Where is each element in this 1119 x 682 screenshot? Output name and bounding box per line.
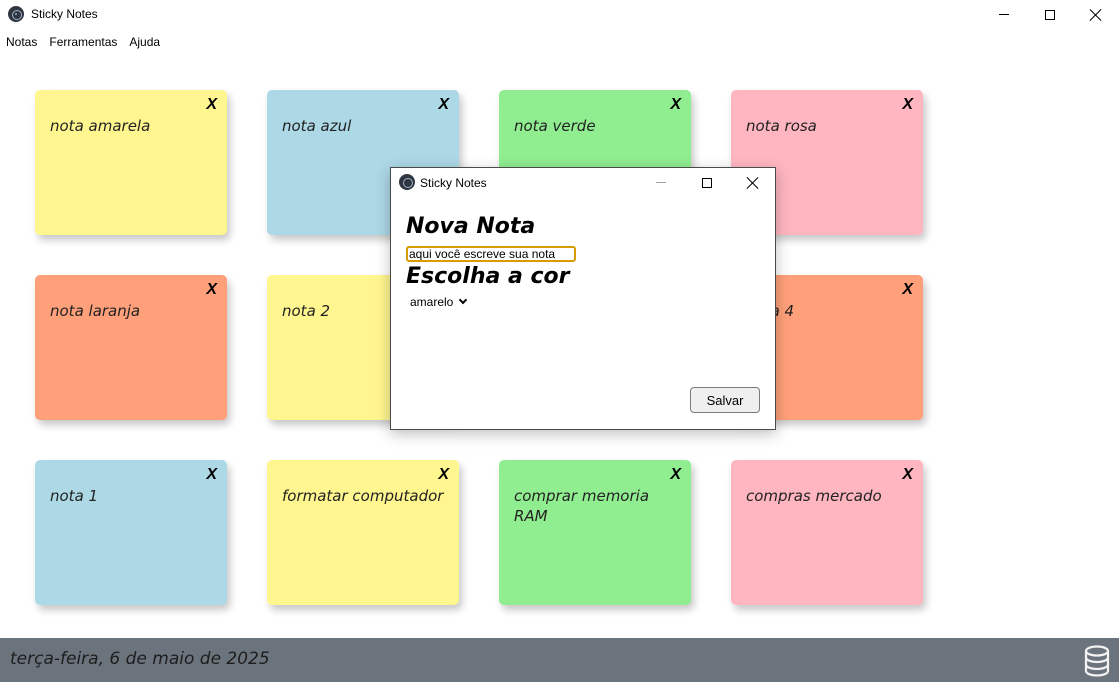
- note-close-button[interactable]: X: [902, 466, 913, 484]
- note-close-button[interactable]: X: [902, 96, 913, 114]
- note-text[interactable]: nota azul: [282, 116, 450, 136]
- database-icon[interactable]: [1084, 645, 1110, 677]
- note-text[interactable]: nota verde: [514, 116, 682, 136]
- close-icon: [1090, 9, 1102, 21]
- current-date: terça-feira, 6 de maio de 2025: [10, 649, 270, 669]
- new-note-dialog: Sticky Notes Nova Nota Escolha a cor ama…: [390, 167, 776, 430]
- dialog-minimize-button[interactable]: [638, 168, 684, 197]
- close-button[interactable]: [1073, 0, 1119, 29]
- new-note-heading: Nova Nota: [406, 214, 536, 239]
- chevron-down-icon: [459, 295, 468, 305]
- dialog-close-button[interactable]: [730, 168, 776, 197]
- app-icon: [399, 174, 415, 190]
- note-close-button[interactable]: X: [670, 466, 681, 484]
- sticky-note[interactable]: X nota amarela: [35, 90, 227, 235]
- note-text-input[interactable]: [406, 246, 576, 262]
- maximize-button[interactable]: [1027, 0, 1073, 29]
- app-icon: [8, 6, 24, 22]
- note-close-button[interactable]: X: [206, 96, 217, 114]
- color-select[interactable]: amarelo: [410, 295, 468, 309]
- choose-color-heading: Escolha a cor: [406, 264, 570, 289]
- sticky-note[interactable]: X comprar memoria RAM: [499, 460, 691, 605]
- note-text[interactable]: nota amarela: [50, 116, 218, 136]
- note-close-button[interactable]: X: [902, 281, 913, 299]
- note-close-button[interactable]: X: [438, 96, 449, 114]
- menu-bar: Notas Ferramentas Ajuda: [0, 31, 166, 53]
- dialog-title: Sticky Notes: [420, 176, 487, 190]
- sticky-note[interactable]: X nota 1: [35, 460, 227, 605]
- title-bar: Sticky Notes: [0, 0, 1119, 29]
- note-text[interactable]: nota laranja: [50, 301, 218, 321]
- menu-ferramentas[interactable]: Ferramentas: [43, 31, 123, 53]
- note-close-button[interactable]: X: [670, 96, 681, 114]
- status-footer: terça-feira, 6 de maio de 2025: [0, 638, 1119, 682]
- note-text[interactable]: formatar computador: [282, 486, 450, 506]
- close-icon: [747, 177, 759, 189]
- save-button[interactable]: Salvar: [690, 387, 760, 413]
- window-title: Sticky Notes: [31, 7, 98, 21]
- note-text[interactable]: nota 1: [50, 486, 218, 506]
- menu-notas[interactable]: Notas: [0, 31, 43, 53]
- dialog-maximize-button[interactable]: [684, 168, 730, 197]
- menu-ajuda[interactable]: Ajuda: [123, 31, 166, 53]
- note-text[interactable]: nota rosa: [746, 116, 914, 136]
- minimize-icon: [656, 182, 666, 183]
- note-close-button[interactable]: X: [206, 281, 217, 299]
- note-text[interactable]: compras mercado: [746, 486, 914, 506]
- maximize-icon: [702, 177, 712, 188]
- color-select-value: amarelo: [410, 295, 454, 309]
- note-text[interactable]: comprar memoria RAM: [514, 486, 682, 526]
- dialog-title-bar: Sticky Notes: [391, 168, 775, 197]
- minimize-button[interactable]: [981, 0, 1027, 29]
- note-close-button[interactable]: X: [438, 466, 449, 484]
- note-close-button[interactable]: X: [206, 466, 217, 484]
- sticky-note[interactable]: X compras mercado: [731, 460, 923, 605]
- sticky-note[interactable]: X formatar computador: [267, 460, 459, 605]
- sticky-note[interactable]: X nota laranja: [35, 275, 227, 420]
- maximize-icon: [1045, 9, 1055, 20]
- minimize-icon: [999, 14, 1009, 15]
